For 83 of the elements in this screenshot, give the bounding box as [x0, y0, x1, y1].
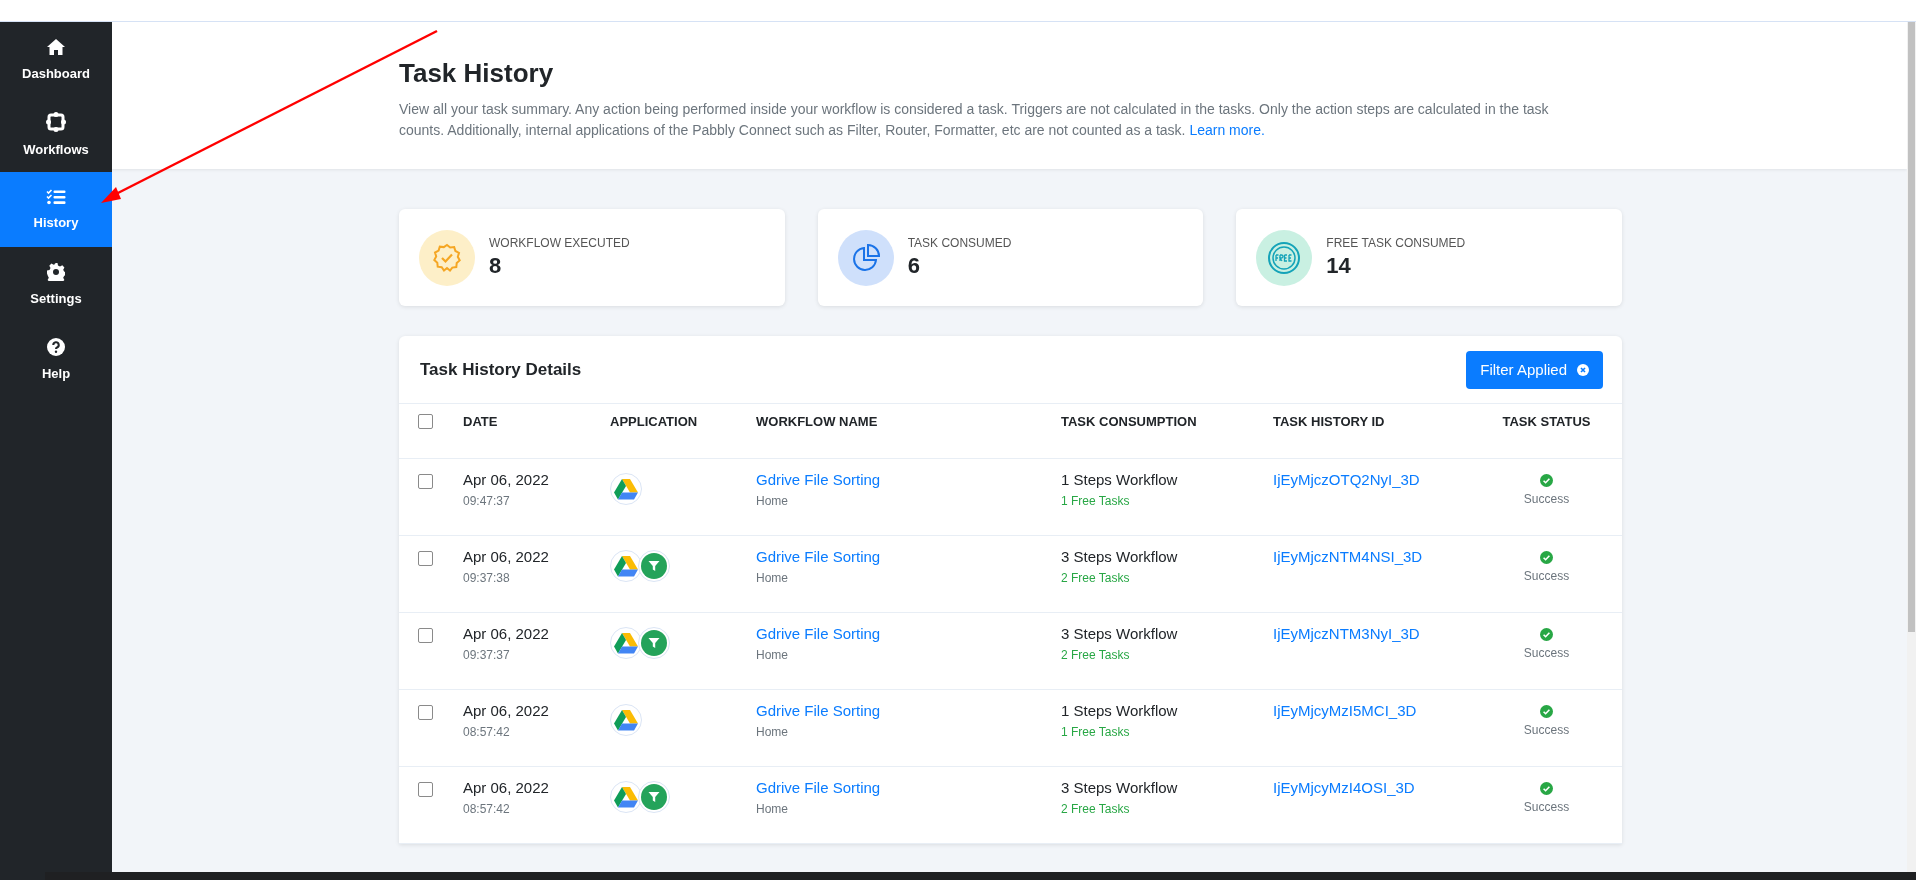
task-id-link[interactable]: IjEyMjcyMzI5MCI_3D	[1273, 702, 1491, 719]
workflow-icon	[46, 112, 66, 132]
time-text: 09:37:38	[463, 571, 511, 585]
workflow-link[interactable]: Gdrive File Sorting	[756, 548, 1061, 565]
checkbox[interactable]	[418, 705, 433, 720]
column-header: APPLICATION	[610, 413, 699, 429]
checkbox[interactable]	[418, 782, 433, 797]
checkbox[interactable]	[418, 628, 433, 643]
help-icon	[47, 338, 65, 356]
column-header: DATE	[463, 413, 499, 429]
checklist-icon	[46, 189, 66, 205]
column-header: TASK STATUS	[1501, 413, 1592, 429]
consumption-text: 1 Steps Workflow	[1061, 471, 1179, 488]
consumption-text: 3 Steps Workflow	[1061, 779, 1179, 796]
date-text: Apr 06, 2022	[463, 471, 550, 488]
learn-more-link[interactable]: Learn more.	[1189, 122, 1265, 138]
sidebar-item[interactable]: Dashboard	[0, 22, 112, 97]
check-circle-icon	[1540, 474, 1553, 487]
workflow-link[interactable]: Gdrive File Sorting	[756, 625, 1061, 642]
status-text: Success	[1523, 492, 1570, 506]
checkbox[interactable]	[418, 551, 433, 566]
workflow-link[interactable]: Gdrive File Sorting	[756, 471, 1061, 488]
status-text: Success	[1523, 646, 1570, 660]
checkbox[interactable]	[418, 413, 433, 429]
page-description: View all your task summary. Any action being performed inside your workflow is considered a task. Triggers are not calculated in the tasks. Only the action steps are calculated in the task counts. Additionally, internal applications of the Pabbly Connect such as Filter, Router, Formatter, etc are not counted as a task. Learn more.	[399, 100, 1550, 140]
column-header: WORKFLOW NAME	[756, 413, 879, 429]
time-text: 08:57:42	[463, 725, 511, 739]
status-text: Success	[1523, 569, 1570, 583]
home-icon	[46, 38, 66, 56]
sidebar-item[interactable]: Workflows	[0, 97, 112, 172]
scrollbar-thumb[interactable]	[1908, 22, 1915, 632]
folder-text: Home	[756, 648, 789, 662]
task-id-link[interactable]: IjEyMjczOTQ2NyI_3D	[1273, 471, 1491, 488]
column-header: TASK CONSUMPTION	[1061, 413, 1198, 429]
stat-value: 8	[489, 253, 503, 279]
column-header: TASK HISTORY ID	[1273, 413, 1386, 429]
time-text: 08:57:42	[463, 802, 511, 816]
stat-label: FREE TASK CONSUMED	[1326, 236, 1466, 250]
consumption-text: 3 Steps Workflow	[1061, 625, 1179, 642]
time-text: 09:37:37	[463, 648, 511, 662]
date-text: Apr 06, 2022	[463, 702, 550, 719]
sidebar-item[interactable]: Help	[0, 322, 112, 397]
filter-applied-button[interactable]: Filter Applied	[1466, 350, 1603, 389]
folder-text: Home	[756, 571, 789, 585]
badge-check-icon	[432, 242, 462, 273]
date-text: Apr 06, 2022	[463, 625, 550, 642]
folder-text: Home	[756, 802, 789, 816]
status-text: Success	[1523, 723, 1570, 737]
settings-icon	[47, 263, 65, 281]
free-tasks-text: 1 Free Tasks	[1061, 725, 1131, 739]
sidebar-item[interactable]: History	[0, 172, 112, 247]
workflow-link[interactable]: Gdrive File Sorting	[756, 702, 1061, 719]
workflow-link[interactable]: Gdrive File Sorting	[756, 779, 1061, 796]
status-text: Success	[1523, 800, 1570, 814]
free-tasks-text: 1 Free Tasks	[1061, 494, 1131, 508]
stat-label: TASK CONSUMED	[907, 236, 1012, 250]
time-text: 09:47:37	[463, 494, 511, 508]
free-tasks-text: 2 Free Tasks	[1061, 802, 1131, 816]
folder-text: Home	[756, 494, 789, 508]
table-title: Task History Details	[420, 359, 582, 380]
task-id-link[interactable]: IjEyMjczNTM4NSI_3D	[1273, 548, 1491, 565]
date-text: Apr 06, 2022	[463, 779, 550, 796]
checkbox[interactable]	[418, 474, 433, 489]
task-id-link[interactable]: IjEyMjcyMzI4OSI_3D	[1273, 779, 1491, 796]
free-tasks-text: 2 Free Tasks	[1061, 648, 1131, 662]
free-tasks-text: 2 Free Tasks	[1061, 571, 1131, 585]
check-circle-icon	[1540, 782, 1553, 795]
task-id-link[interactable]: IjEyMjczNTM3NyI_3D	[1273, 625, 1491, 642]
consumption-text: 1 Steps Workflow	[1061, 702, 1179, 719]
close-icon	[1577, 363, 1589, 376]
stat-label: WORKFLOW EXECUTED	[489, 236, 630, 250]
free-icon	[1267, 240, 1302, 275]
check-circle-icon	[1540, 628, 1553, 641]
pie-chart-icon	[850, 242, 881, 273]
date-text: Apr 06, 2022	[463, 548, 550, 565]
folder-text: Home	[756, 725, 789, 739]
stat-value: 14	[1326, 253, 1352, 279]
check-circle-icon	[1540, 551, 1553, 564]
stat-value: 6	[907, 253, 921, 279]
page-title: Task History	[399, 58, 555, 89]
check-circle-icon	[1540, 705, 1553, 718]
sidebar-item[interactable]: Settings	[0, 247, 112, 322]
consumption-text: 3 Steps Workflow	[1061, 548, 1179, 565]
